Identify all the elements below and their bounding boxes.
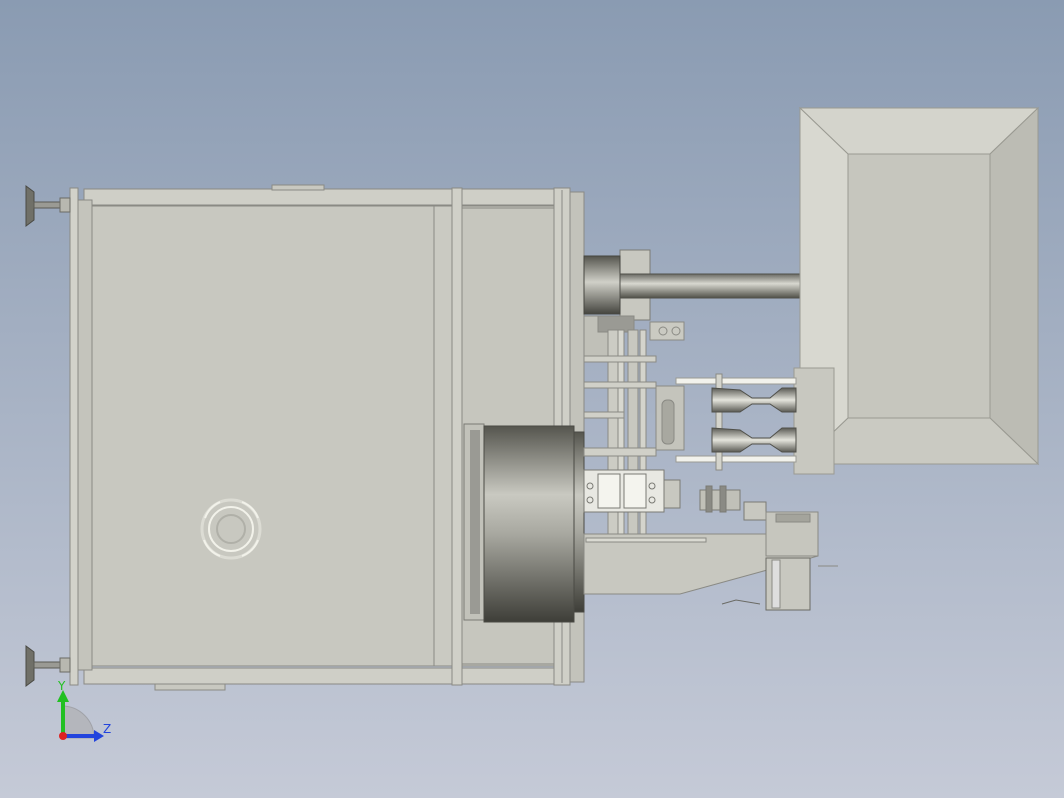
y-axis-label: Y xyxy=(57,679,66,693)
cad-drawing: Y Z xyxy=(0,0,1064,798)
hopper xyxy=(793,106,1040,475)
z-axis-label: Z xyxy=(103,722,111,736)
drum-motor xyxy=(463,423,585,623)
cad-viewport[interactable]: Y Z xyxy=(0,0,1064,798)
